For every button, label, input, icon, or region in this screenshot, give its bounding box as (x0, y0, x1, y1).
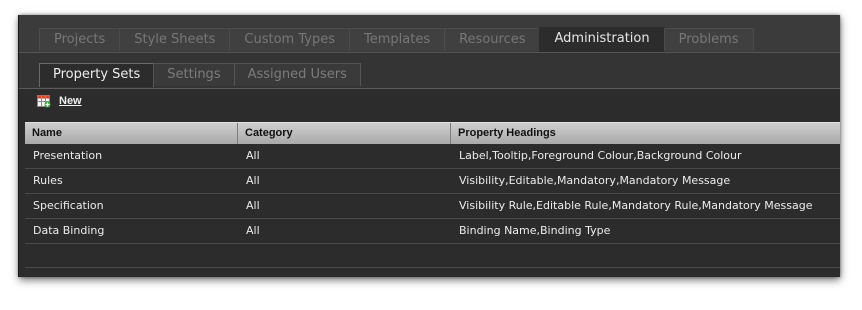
tab-property-sets[interactable]: Property Sets (39, 63, 155, 87)
property-sets-table: Name Category Property Headings Presenta… (25, 122, 840, 268)
cell-property-headings: Binding Name,Binding Type (459, 224, 611, 237)
tab-custom-types[interactable]: Custom Types (229, 28, 350, 51)
tab-style-sheets[interactable]: Style Sheets (119, 28, 231, 51)
sub-tab-bar: Property Sets Settings Assigned Users (19, 53, 840, 89)
cell-category: All (246, 199, 260, 212)
column-header-name[interactable]: Name (25, 123, 238, 144)
column-header-category[interactable]: Category (238, 123, 451, 144)
column-header-property-headings[interactable]: Property Headings (451, 123, 840, 144)
cell-name: Data Binding (33, 224, 105, 237)
tab-settings[interactable]: Settings (153, 63, 235, 86)
cell-category: All (246, 224, 260, 237)
new-grid-icon (37, 94, 51, 107)
cell-property-headings: Label,Tooltip,Foreground Colour,Backgrou… (459, 149, 742, 162)
toolbar: New (37, 92, 82, 110)
cell-name: Specification (33, 199, 104, 212)
table-row[interactable]: Data Binding All Binding Name,Binding Ty… (25, 219, 840, 244)
cell-name: Presentation (33, 149, 103, 162)
tab-resources[interactable]: Resources (444, 28, 541, 51)
cell-property-headings: Visibility,Editable,Mandatory,Mandatory … (459, 174, 731, 187)
cell-category: All (246, 174, 260, 187)
tab-problems[interactable]: Problems (663, 28, 754, 51)
new-button[interactable]: New (37, 94, 82, 108)
new-button-label: New (59, 95, 82, 107)
cell-category: All (246, 149, 260, 162)
sub-tabs: Property Sets Settings Assigned Users (39, 63, 361, 87)
tab-projects[interactable]: Projects (39, 28, 121, 51)
table-row[interactable]: Specification All Visibility Rule,Editab… (25, 194, 840, 219)
app-window: Projects Style Sheets Custom Types Templ… (19, 15, 840, 277)
table-empty-area (25, 244, 840, 268)
tab-assigned-users[interactable]: Assigned Users (233, 63, 361, 86)
main-tabs: Projects Style Sheets Custom Types Templ… (39, 27, 754, 52)
table-header: Name Category Property Headings (25, 122, 840, 144)
main-tab-bar: Projects Style Sheets Custom Types Templ… (19, 15, 840, 53)
cell-property-headings: Visibility Rule,Editable Rule,Mandatory … (459, 199, 813, 212)
table-row[interactable]: Presentation All Label,Tooltip,Foregroun… (25, 144, 840, 169)
tab-administration[interactable]: Administration (539, 27, 665, 52)
tab-templates[interactable]: Templates (349, 28, 446, 51)
cell-name: Rules (33, 174, 63, 187)
table-row[interactable]: Rules All Visibility,Editable,Mandatory,… (25, 169, 840, 194)
